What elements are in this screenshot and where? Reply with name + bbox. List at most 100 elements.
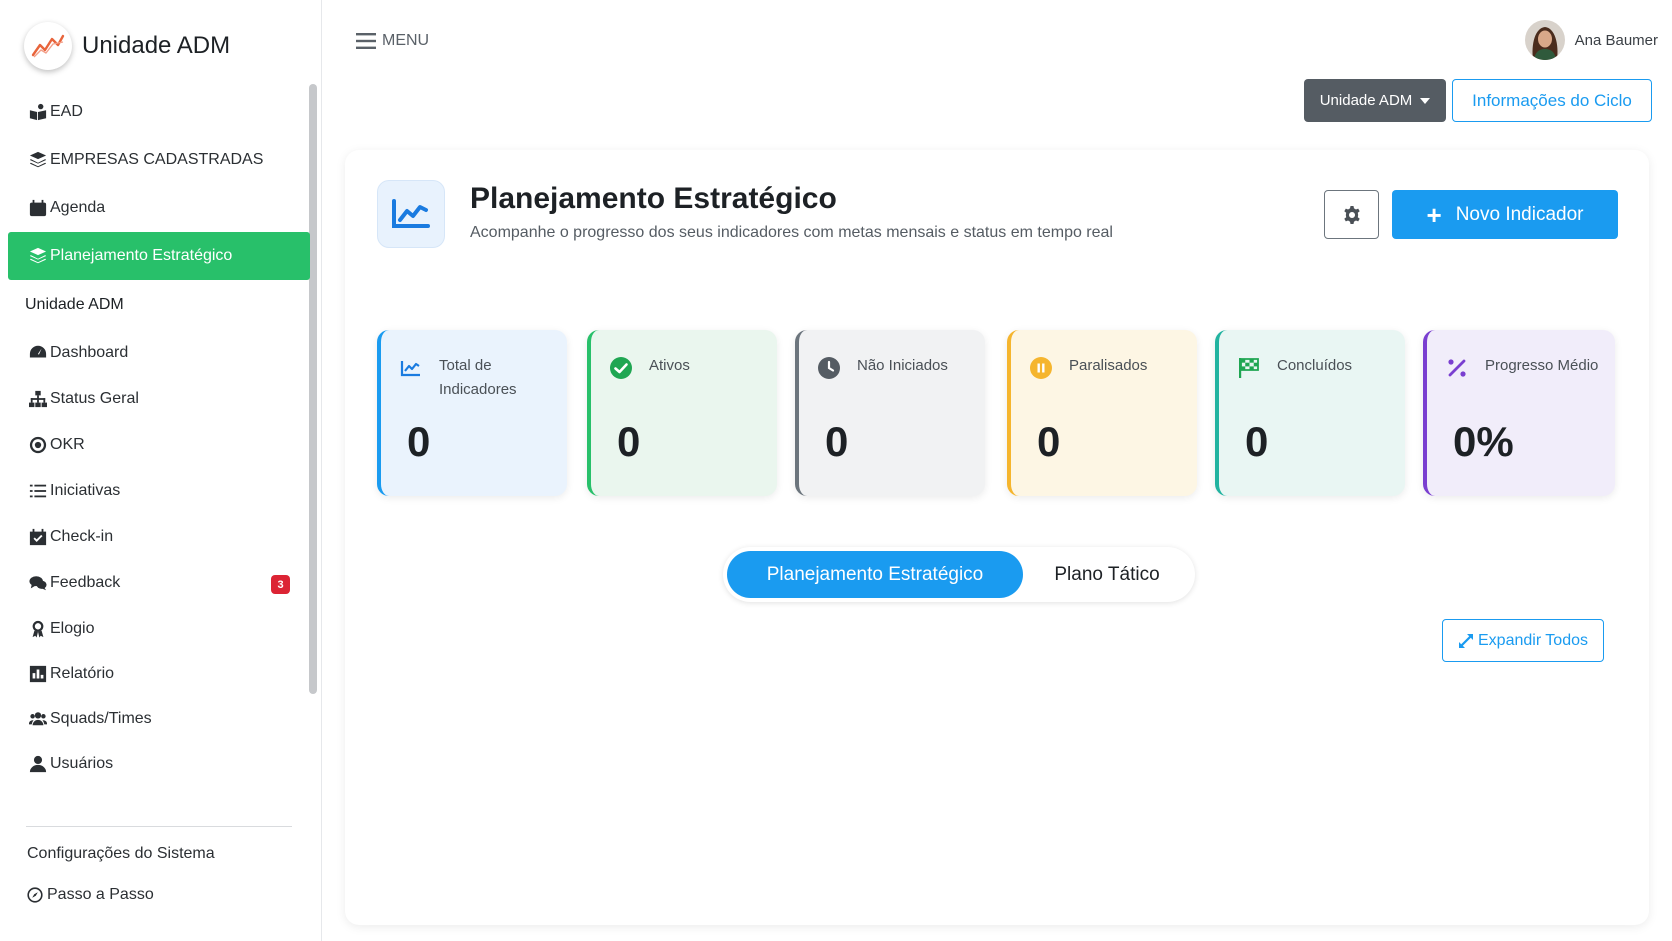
gauge-icon — [28, 344, 48, 362]
expand-all-label: Expandir Todos — [1478, 631, 1588, 649]
new-indicator-label: Novo Indicador — [1455, 203, 1584, 225]
expand-all-button[interactable]: Expandir Todos — [1442, 619, 1604, 662]
calendar-check-icon — [28, 528, 48, 546]
sidebar-item-label: Dashboard — [50, 344, 129, 361]
sidebar-item-label: Check-in — [50, 528, 114, 545]
calendar-icon — [28, 199, 48, 217]
percent-icon — [1445, 356, 1469, 380]
stat-value: 0 — [617, 418, 641, 465]
sidebar-item-label: Passo a Passo — [47, 886, 154, 903]
stat-label: Paralisados — [1069, 357, 1148, 374]
target-icon — [28, 436, 48, 454]
sidebar-item-feedback[interactable]: Feedback 3 — [8, 560, 310, 606]
sidebar-item-label: Usuários — [50, 754, 114, 772]
sidebar-item-ead[interactable]: EAD — [8, 88, 310, 136]
users-icon — [28, 710, 48, 728]
user-icon — [28, 755, 48, 773]
feedback-count-badge: 3 — [271, 575, 290, 594]
stat-value: 0 — [1037, 418, 1061, 465]
list-icon — [28, 482, 48, 500]
view-tabs: Planejamento Estratégico Plano Tático — [723, 547, 1195, 602]
sidebar-item-passo-a-passo[interactable]: Passo a Passo — [27, 886, 154, 904]
stat-card-progresso: Progresso Médio 0% — [1423, 330, 1615, 496]
brand[interactable]: Unidade ADM — [24, 22, 230, 70]
layers-icon — [28, 151, 48, 169]
sidebar-section-title: Unidade ADM — [25, 296, 124, 313]
user-menu[interactable]: Ana Baumer — [1524, 20, 1658, 60]
sidebar-item-label: EMPRESAS CADASTRADAS — [50, 151, 264, 168]
stats-row: Total de Indicadores 0 Ativos 0 Não Inic… — [377, 330, 1619, 496]
new-indicator-button[interactable]: + Novo Indicador — [1392, 190, 1618, 239]
sidebar-nav: EAD EMPRESAS CADASTRADAS Agenda Planejam… — [8, 88, 310, 786]
sidebar-item-label: Iniciativas — [50, 482, 121, 499]
sidebar-divider — [26, 826, 292, 827]
cycle-info-button[interactable]: Informações do Ciclo — [1452, 79, 1652, 122]
stat-value: 0% — [1453, 418, 1514, 465]
brand-title: Unidade ADM — [82, 32, 231, 59]
sidebar-item-planejamento[interactable]: Planejamento Estratégico — [8, 232, 310, 280]
sidebar-item-agenda[interactable]: Agenda — [8, 184, 310, 232]
sidebar-item-relatorio[interactable]: Relatório — [8, 651, 310, 696]
chart-line-icon — [399, 356, 423, 380]
unit-select-dropdown[interactable]: Unidade ADM — [1304, 79, 1446, 122]
sidebar-item-empresas[interactable]: EMPRESAS CADASTRADAS — [8, 136, 310, 184]
sidebar-item-check-in[interactable]: Check-in — [8, 514, 310, 560]
brand-logo-icon — [24, 22, 72, 70]
sidebar-item-usuarios[interactable]: Usuários — [8, 741, 310, 786]
sidebar-item-okr[interactable]: OKR — [8, 422, 310, 468]
main-card: Planejamento Estratégico Acompanhe o pro… — [345, 150, 1649, 925]
layers-icon — [28, 247, 48, 265]
award-icon — [28, 620, 48, 638]
page-title: Planejamento Estratégico — [470, 182, 837, 215]
sidebar-item-label: OKR — [50, 436, 85, 453]
flag-checkered-icon — [1237, 356, 1261, 380]
chart-line-icon — [377, 180, 445, 248]
check-circle-icon — [609, 356, 633, 380]
comments-icon — [28, 574, 48, 592]
sidebar-item-squads[interactable]: Squads/Times — [8, 696, 310, 741]
chart-square-icon — [28, 665, 48, 683]
book-reader-icon — [28, 103, 48, 121]
stat-card-concluidos: Concluídos 0 — [1215, 330, 1405, 496]
menu-label: MENU — [382, 32, 430, 49]
expand-arrows-icon — [1459, 633, 1473, 648]
sidebar-item-iniciativas[interactable]: Iniciativas — [8, 468, 310, 514]
stat-label: Não Iniciados — [857, 357, 948, 374]
settings-button[interactable] — [1324, 190, 1379, 239]
pause-circle-icon — [1029, 356, 1053, 380]
sidebar-item-dashboard[interactable]: Dashboard — [8, 330, 310, 376]
sidebar-item-configuracoes[interactable]: Configurações do Sistema — [27, 845, 215, 863]
stat-label: Total de Indicadores — [439, 357, 517, 398]
stat-card-nao-iniciados: Não Iniciados 0 — [795, 330, 985, 496]
stat-card-ativos: Ativos 0 — [587, 330, 777, 496]
stat-label: Ativos — [649, 357, 690, 374]
sidebar-scrollbar[interactable] — [309, 84, 317, 694]
sidebar-item-label: Planejamento Estratégico — [50, 247, 233, 264]
tab-plano-tatico[interactable]: Plano Tático — [1023, 551, 1191, 598]
unit-select-value: Unidade ADM — [1319, 92, 1413, 109]
sidebar-item-label: EAD — [50, 103, 83, 120]
plus-icon: + — [1426, 199, 1442, 230]
stat-card-total: Total de Indicadores 0 — [377, 330, 567, 496]
stat-value: 0 — [407, 418, 431, 465]
sitemap-icon — [28, 390, 48, 408]
caret-down-icon — [1420, 97, 1431, 104]
avatar — [1524, 20, 1565, 60]
stat-label: Concluídos — [1277, 357, 1353, 374]
app-root: Unidade ADM EAD EMPRESAS CADASTRADAS Age… — [0, 0, 1672, 941]
sidebar-item-label: Elogio — [50, 619, 95, 637]
clock-icon — [817, 356, 841, 380]
menu-toggle-button[interactable]: MENU — [356, 32, 429, 50]
stat-value: 0 — [825, 418, 849, 465]
sidebar-item-label: Agenda — [50, 199, 106, 216]
tab-planejamento-estrategico[interactable]: Planejamento Estratégico — [727, 551, 1023, 598]
compass-icon — [27, 887, 43, 903]
sidebar-item-label: Squads/Times — [50, 709, 152, 727]
sidebar-item-label: Status Geral — [50, 390, 139, 407]
page-subtitle: Acompanhe o progresso dos seus indicador… — [470, 224, 1113, 241]
user-name: Ana Baumer — [1574, 31, 1658, 49]
sidebar-item-elogio[interactable]: Elogio — [8, 606, 310, 651]
stat-label: Progresso Médio — [1485, 357, 1599, 374]
stat-value: 0 — [1245, 418, 1269, 465]
sidebar-item-status-geral[interactable]: Status Geral — [8, 376, 310, 422]
